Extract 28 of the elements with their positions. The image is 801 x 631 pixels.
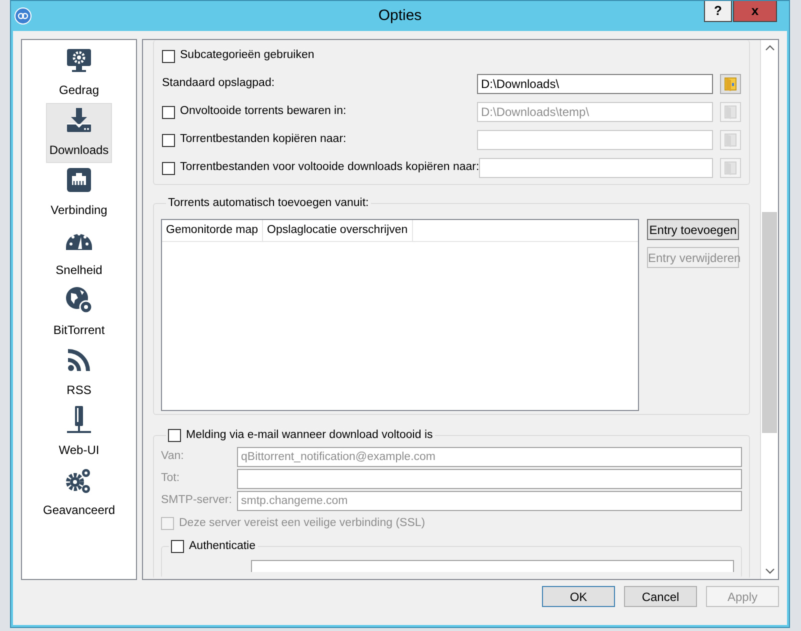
field-label: Standaard opslagpad:: [162, 76, 275, 92]
dialog-button[interactable]: OK: [542, 586, 615, 607]
sidebar-item[interactable]: Gedrag: [46, 43, 112, 103]
column-header[interactable]: Opslaglocatie overschrijven: [263, 220, 413, 242]
field-label: Torrentbestanden kopiëren naar:: [180, 132, 346, 148]
field-label: Tot:: [161, 471, 181, 486]
sidebar-item[interactable]: BitTorrent: [46, 283, 112, 343]
close-button[interactable]: x: [733, 1, 777, 22]
help-button[interactable]: ?: [704, 1, 732, 22]
sidebar-item[interactable]: Snelheid: [46, 223, 112, 283]
column-header[interactable]: Gemonitorde map: [162, 220, 264, 242]
field-label: Torrentbestanden voor voltooide downloads kopiëren naar:: [180, 160, 480, 176]
sidebar-item[interactable]: Verbinding: [46, 163, 112, 223]
field-label: Onvoltooide torrents bewaren in:: [180, 104, 346, 120]
sidebar-item[interactable]: Downloads: [46, 103, 112, 163]
window-title: Opties: [378, 6, 422, 26]
sidebar-item[interactable]: Geavanceerd: [46, 463, 112, 523]
sidebar-item[interactable]: Web-UI: [46, 403, 112, 463]
checkbox-label: Subcategorieën gebruiken: [180, 48, 314, 64]
checkbox-label: Melding via e-mail wanneer download voltooid is: [186, 428, 433, 443]
field-label: SMTP-server:: [161, 493, 233, 508]
action-button[interactable]: Entry toevoegen: [647, 219, 739, 240]
path-field[interactable]: D:\Downloads\: [477, 74, 713, 94]
checkbox-label: Authenticatie: [189, 539, 256, 554]
sidebar-item[interactable]: RSS: [46, 343, 112, 403]
checkbox-label: Deze server vereist een veilige verbinding (SSL): [179, 516, 426, 531]
field-label: Van:: [161, 449, 185, 464]
dialog-button[interactable]: Cancel: [624, 586, 697, 607]
